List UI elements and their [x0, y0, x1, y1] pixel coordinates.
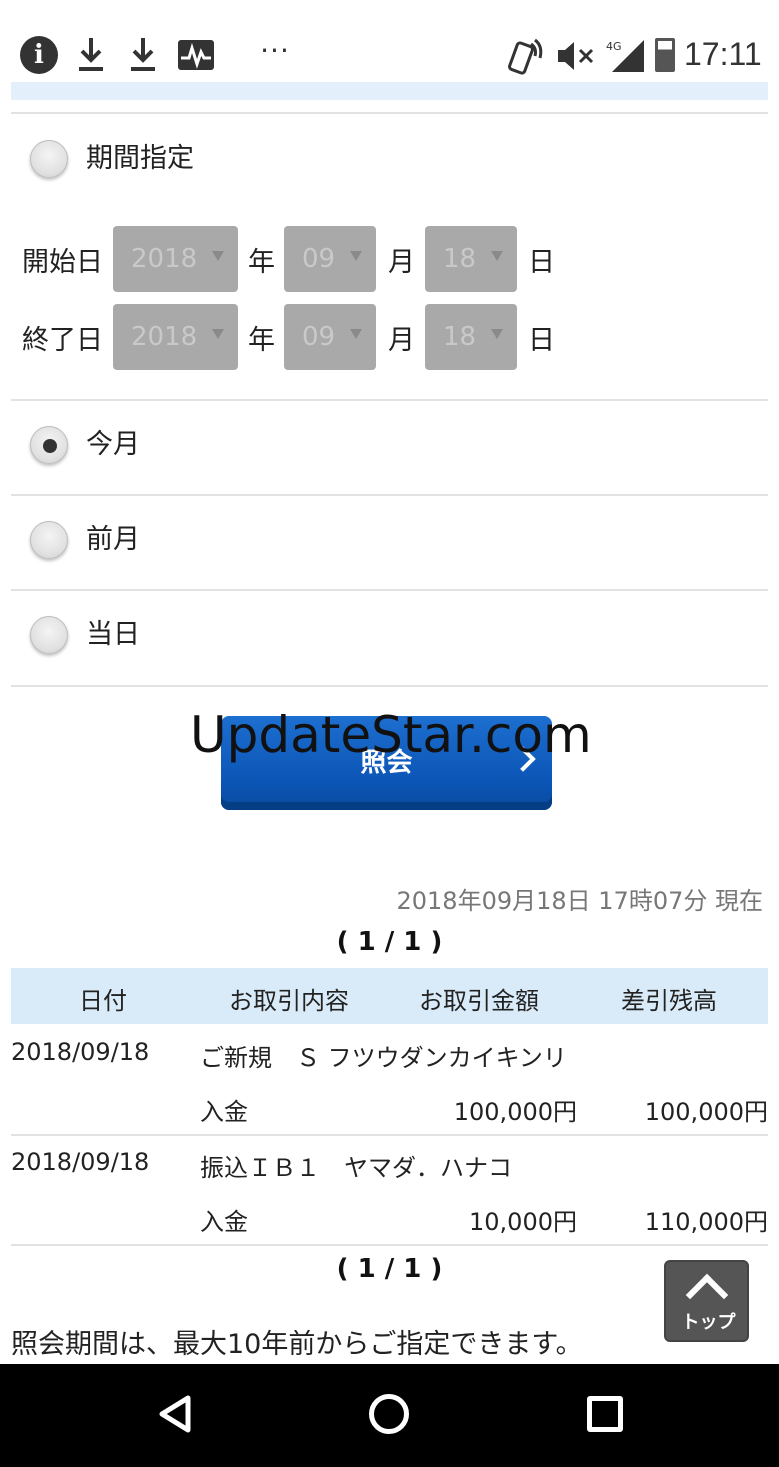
- radio-this-month[interactable]: [30, 426, 68, 464]
- month-unit: 月: [388, 325, 415, 356]
- divider: [11, 1244, 768, 1246]
- end-year-select[interactable]: 2018: [113, 304, 238, 370]
- header-amount: お取引金額: [419, 987, 539, 1015]
- status-bar: i ··· 4G 17:11: [0, 0, 779, 80]
- row-description: ご新規 Ｓ フツウダンカイキンリ: [200, 1044, 567, 1072]
- inquiry-button[interactable]: 照会: [221, 716, 552, 810]
- radio-label-this-month: 今月: [86, 429, 140, 460]
- row-date: 2018/09/18: [11, 1148, 150, 1176]
- radio-last-month[interactable]: [30, 521, 68, 559]
- header-date: 日付: [79, 987, 127, 1015]
- home-icon[interactable]: [369, 1394, 409, 1434]
- navigation-bar: [0, 1364, 779, 1467]
- end-date-label: 終了日: [22, 325, 103, 356]
- radio-label-today: 当日: [86, 619, 140, 650]
- battery-icon: [655, 38, 675, 72]
- radio-custom-period[interactable]: [30, 140, 68, 178]
- divider: [11, 589, 768, 591]
- info-icon: i: [20, 36, 58, 74]
- start-year-select[interactable]: 2018: [113, 226, 238, 292]
- month-unit: 月: [388, 247, 415, 278]
- day-unit: 日: [528, 325, 555, 356]
- divider: [11, 494, 768, 496]
- chevron-down-icon: [350, 329, 362, 339]
- page-indicator-bottom: ( 1 / 1 ): [336, 1254, 443, 1284]
- row-amount: 100,000円: [453, 1098, 577, 1126]
- back-to-top-button[interactable]: トップ: [664, 1260, 749, 1342]
- inquiry-timestamp: 2018年09月18日 17時07分 現在: [396, 887, 764, 915]
- download-icon: [79, 38, 103, 71]
- divider: [11, 112, 768, 114]
- radio-label-custom-period: 期間指定: [86, 143, 194, 174]
- row-description: 振込ＩＢ１ ヤマダ．ハナコ: [200, 1154, 512, 1182]
- start-day-select[interactable]: 18: [425, 226, 517, 292]
- row-date: 2018/09/18: [11, 1038, 150, 1066]
- row-type: 入金: [200, 1098, 248, 1126]
- start-date-label: 開始日: [22, 247, 103, 278]
- radio-label-last-month: 前月: [86, 524, 140, 555]
- download-icon: [131, 38, 155, 71]
- header-description: お取引内容: [229, 987, 349, 1015]
- page-indicator-top: ( 1 / 1 ): [336, 927, 443, 957]
- pulse-icon: [178, 40, 214, 70]
- day-unit: 日: [528, 247, 555, 278]
- year-unit: 年: [248, 325, 275, 356]
- recent-apps-icon[interactable]: [587, 1396, 623, 1432]
- chevron-down-icon: [350, 251, 362, 261]
- chevron-down-icon: [491, 329, 503, 339]
- chevron-down-icon: [212, 329, 224, 339]
- signal-icon: 4G: [606, 40, 644, 72]
- chevron-down-icon: [491, 251, 503, 261]
- end-day-select[interactable]: 18: [425, 304, 517, 370]
- divider: [11, 1134, 768, 1136]
- back-icon[interactable]: [156, 1394, 196, 1434]
- row-amount: 10,000円: [469, 1208, 577, 1236]
- divider: [11, 399, 768, 401]
- chevron-down-icon: [212, 251, 224, 261]
- end-month-select[interactable]: 09: [284, 304, 376, 370]
- table-header: 日付 お取引内容 お取引金額 差引残高: [11, 968, 768, 1024]
- mute-icon: [558, 42, 594, 70]
- back-to-top-label: トップ: [681, 1312, 736, 1333]
- radio-today[interactable]: [30, 616, 68, 654]
- chevron-right-icon: [510, 746, 536, 772]
- nfc-vibrate-icon: [508, 38, 543, 75]
- more-icon[interactable]: ···: [258, 30, 292, 70]
- divider: [11, 685, 768, 687]
- svg-text:4G: 4G: [606, 40, 622, 53]
- row-balance: 100,000円: [644, 1098, 768, 1126]
- header-band: [11, 82, 768, 100]
- inquiry-button-label: 照会: [360, 747, 413, 778]
- header-balance: 差引残高: [621, 987, 717, 1015]
- inquiry-period-note: 照会期間は、最大10年前からご指定できます。: [11, 1329, 583, 1360]
- year-unit: 年: [248, 247, 275, 278]
- row-balance: 110,000円: [644, 1208, 768, 1236]
- clock: 17:11: [684, 36, 762, 72]
- start-month-select[interactable]: 09: [284, 226, 376, 292]
- row-type: 入金: [200, 1208, 248, 1236]
